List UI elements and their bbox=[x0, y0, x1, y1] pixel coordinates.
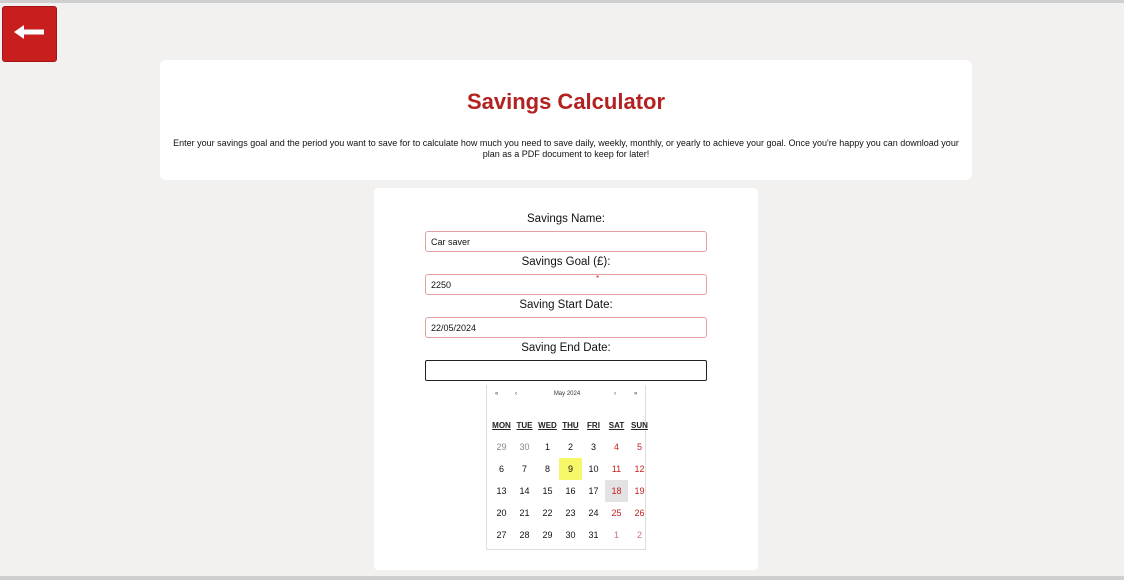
calendar-day[interactable]: 12 bbox=[628, 458, 651, 480]
end-date-input[interactable] bbox=[425, 360, 707, 381]
savings-goal-input[interactable] bbox=[425, 274, 707, 295]
weekday-label: SAT bbox=[608, 421, 625, 430]
next-month-button[interactable]: › bbox=[614, 391, 616, 397]
weekday-label: MON bbox=[492, 421, 511, 430]
calendar-day[interactable]: 31 bbox=[582, 524, 605, 546]
back-button[interactable] bbox=[2, 6, 57, 62]
calendar-day[interactable]: 11 bbox=[605, 458, 628, 480]
arrow-left-icon bbox=[13, 24, 46, 45]
calendar-nav: « ‹ May 2024 › » bbox=[487, 391, 647, 403]
calendar-day[interactable]: 7 bbox=[513, 458, 536, 480]
calendar-day[interactable]: 3 bbox=[582, 436, 605, 458]
calendar-day[interactable]: 18 bbox=[605, 480, 628, 502]
calendar-day[interactable]: 21 bbox=[513, 502, 536, 524]
savings-form: Savings Name: Savings Goal (£): * Saving… bbox=[374, 188, 758, 570]
savings-name-label: Savings Name: bbox=[527, 213, 605, 225]
calendar-day[interactable]: 15 bbox=[536, 480, 559, 502]
calendar-day[interactable]: 30 bbox=[513, 436, 536, 458]
calendar-day[interactable]: 14 bbox=[513, 480, 536, 502]
end-date-label: Saving End Date: bbox=[521, 342, 611, 354]
savings-goal-label: Savings Goal (£): bbox=[521, 256, 611, 268]
calendar-day[interactable]: 30 bbox=[559, 524, 582, 546]
calendar-day[interactable]: 8 bbox=[536, 458, 559, 480]
date-picker: « ‹ May 2024 › » MON TUE WED THU FRI SAT SUN 2… bbox=[486, 385, 648, 550]
calendar-day[interactable]: 6 bbox=[490, 458, 513, 480]
page-description: Enter your savings goal and the period y… bbox=[173, 138, 959, 159]
calendar-days: 29 30 1 2 3 4 5 6 7 8 9 10 11 12 13 14 15 16 17 18 19 20 21 22 2… bbox=[490, 436, 651, 546]
calendar-day[interactable]: 9 bbox=[559, 458, 582, 480]
required-marker: * bbox=[596, 274, 600, 283]
calendar-day[interactable]: 4 bbox=[605, 436, 628, 458]
weekday-label: SUN bbox=[631, 421, 648, 430]
calendar-day[interactable]: 25 bbox=[605, 502, 628, 524]
calendar-day[interactable]: 17 bbox=[582, 480, 605, 502]
weekday-label: THU bbox=[562, 421, 579, 430]
calendar-month-title: May 2024 bbox=[553, 391, 581, 397]
calendar-day[interactable]: 19 bbox=[628, 480, 651, 502]
header-card: Savings Calculator Enter your savings go… bbox=[160, 60, 972, 180]
savings-name-input[interactable] bbox=[425, 231, 707, 252]
calendar-day[interactable]: 28 bbox=[513, 524, 536, 546]
start-date-input[interactable] bbox=[425, 317, 707, 338]
calendar-day[interactable]: 5 bbox=[628, 436, 651, 458]
calendar-day[interactable]: 24 bbox=[582, 502, 605, 524]
weekday-label: WED bbox=[538, 421, 557, 430]
calendar-day[interactable]: 22 bbox=[536, 502, 559, 524]
start-date-label: Saving Start Date: bbox=[519, 299, 613, 311]
weekday-label: FRI bbox=[587, 421, 600, 430]
calendar-day[interactable]: 20 bbox=[490, 502, 513, 524]
calendar-day[interactable]: 23 bbox=[559, 502, 582, 524]
calendar-day[interactable]: 29 bbox=[490, 436, 513, 458]
calendar-day[interactable]: 2 bbox=[559, 436, 582, 458]
calendar-day[interactable]: 27 bbox=[490, 524, 513, 546]
calendar-day[interactable]: 2 bbox=[628, 524, 651, 546]
page-title: Savings Calculator bbox=[466, 89, 666, 114]
calendar-day[interactable]: 29 bbox=[536, 524, 559, 546]
calendar-day[interactable]: 10 bbox=[582, 458, 605, 480]
weekday-label: TUE bbox=[516, 421, 533, 430]
weekday-header: MON TUE WED THU FRI SAT SUN bbox=[490, 421, 651, 430]
next-year-button[interactable]: » bbox=[634, 391, 637, 397]
calendar-day[interactable]: 1 bbox=[605, 524, 628, 546]
calendar-day[interactable]: 16 bbox=[559, 480, 582, 502]
calendar-day[interactable]: 26 bbox=[628, 502, 651, 524]
calendar-day[interactable]: 13 bbox=[490, 480, 513, 502]
calendar-day[interactable]: 1 bbox=[536, 436, 559, 458]
